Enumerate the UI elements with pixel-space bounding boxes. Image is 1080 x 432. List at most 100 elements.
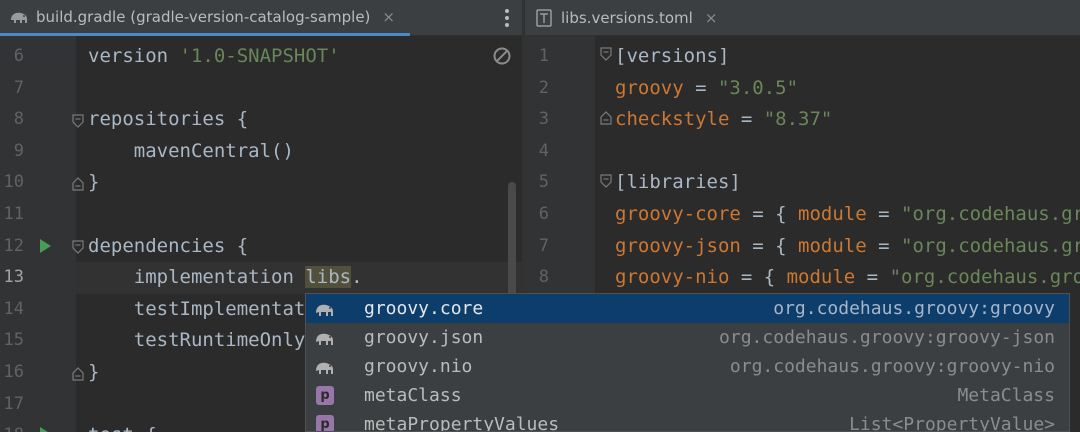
code-text: checkstyle = "8.37": [615, 103, 832, 135]
code-line[interactable]: 4: [525, 135, 1080, 167]
code-token: =: [866, 203, 902, 225]
line-number: 16: [3, 362, 24, 382]
groovy-icon: [316, 333, 333, 345]
line-number: 2: [538, 77, 549, 98]
code-token: libs: [305, 266, 352, 289]
fold-marker-icon[interactable]: [600, 47, 612, 61]
read-only-indicator-icon[interactable]: [492, 46, 512, 66]
code-text: groovy = "3.0.5": [615, 72, 798, 104]
tab-title: libs.versions.toml: [561, 9, 693, 27]
completion-item[interactable]: groovy.core org.codehaus.groovy:groovy: [306, 294, 1069, 323]
completion-item-label: metaClass: [364, 385, 462, 406]
completion-item-label: groovy.core: [364, 298, 484, 319]
line-number: 14: [3, 298, 24, 319]
code-token: "8.37": [763, 108, 833, 131]
code-text: groovy-nio = { module = "org.codehaus.gr…: [615, 261, 1080, 293]
line-number: 8: [13, 109, 24, 130]
code-text: [libraries]: [615, 166, 741, 198]
completion-item-label: groovy.nio: [364, 356, 473, 377]
right-tab-bar: libs.versions.toml ×: [525, 0, 1080, 36]
code-token: }: [88, 361, 100, 383]
vertical-scrollbar[interactable]: [508, 182, 516, 302]
code-token: implementation: [88, 266, 306, 289]
code-token: "org.codehaus.gr: [901, 234, 1080, 257]
code-text: dependencies {: [88, 230, 248, 262]
fold-marker-icon[interactable]: [72, 367, 84, 381]
code-token: = {: [740, 203, 799, 225]
fold-marker-icon[interactable]: [72, 114, 84, 128]
code-token: module: [786, 266, 856, 289]
code-token: =: [683, 76, 718, 99]
code-token: =: [729, 108, 764, 131]
code-token: '1.0-SNAPSHOT': [179, 45, 340, 67]
code-token: dependencies {: [88, 234, 249, 257]
completion-item[interactable]: groovy.json org.codehaus.groovy:groovy-js…: [306, 323, 1069, 352]
completion-item-label: metaPropertyValues: [364, 414, 560, 432]
code-text: implementation libs.: [88, 261, 363, 293]
fold-marker-icon[interactable]: [600, 174, 612, 188]
line-number: 7: [538, 235, 549, 256]
code-text: mavenCentral(): [88, 135, 294, 167]
code-line[interactable]: 7: [0, 72, 522, 104]
close-tab-icon[interactable]: ×: [705, 9, 718, 27]
completion-item[interactable]: p metaPropertyValues List<PropertyValue>: [306, 410, 1069, 432]
run-gutter-icon[interactable]: [38, 238, 52, 254]
completion-item-type: List<PropertyValue>: [849, 414, 1055, 432]
close-tab-icon[interactable]: ×: [382, 8, 395, 26]
code-token: groovy: [615, 76, 684, 99]
code-line[interactable]: 11: [0, 198, 522, 230]
property-icon: p: [316, 415, 334, 431]
line-number: 17: [3, 393, 24, 414]
completion-item-label: groovy.json: [364, 327, 484, 348]
line-number: 6: [13, 46, 24, 66]
line-number: 6: [538, 204, 549, 224]
code-line[interactable]: 13 implementation libs.: [0, 261, 522, 293]
code-text: }: [88, 356, 99, 388]
code-token: version: [88, 45, 180, 67]
line-number: 12: [3, 235, 24, 256]
code-text: testRuntimeOnly: [88, 324, 306, 356]
code-token: mavenCentral(): [88, 139, 294, 162]
groovy-icon: [316, 362, 333, 374]
line-number: 13: [3, 267, 24, 288]
fold-marker-icon[interactable]: [600, 111, 612, 125]
code-line[interactable]: 6 groovy-core = { module = "org.codehaus.…: [525, 198, 1080, 230]
line-number: 18: [0, 419, 24, 432]
run-gutter-icon[interactable]: [38, 426, 52, 432]
code-token: "org.codehaus.gro: [889, 266, 1080, 289]
code-token: [versions]: [615, 45, 730, 67]
code-line[interactable]: 6 version '1.0-SNAPSHOT': [0, 40, 522, 72]
code-token: }: [88, 171, 100, 194]
code-text: version '1.0-SNAPSHOT': [88, 40, 340, 72]
line-number: 1: [538, 46, 549, 66]
line-number: 11: [3, 204, 24, 224]
property-icon: p: [316, 386, 334, 405]
code-line[interactable]: 2 groovy = "3.0.5": [525, 72, 1080, 104]
code-token: groovy-json: [615, 234, 741, 257]
code-token: checkstyle: [615, 108, 730, 131]
tab-build-gradle[interactable]: build.gradle (gradle-version-catalog-sam…: [0, 0, 410, 36]
toml-file-icon: [536, 9, 552, 27]
code-token: testRuntimeOnly: [88, 329, 306, 352]
line-number: 7: [13, 77, 24, 98]
code-token: = {: [740, 234, 799, 257]
tab-libs-versions-toml[interactable]: libs.versions.toml ×: [525, 0, 725, 36]
completion-item[interactable]: groovy.nio org.codehaus.groovy:groovy-nio: [306, 352, 1069, 381]
fold-marker-icon[interactable]: [72, 177, 84, 191]
fold-marker-icon[interactable]: [72, 240, 84, 254]
code-text: groovy-json = { module = "org.codehaus.g…: [615, 230, 1080, 262]
code-token: = {: [729, 266, 787, 289]
completion-item[interactable]: p metaClass MetaClass: [306, 381, 1069, 410]
line-number: 10: [3, 172, 24, 193]
code-line[interactable]: 9 mavenCentral(): [0, 135, 522, 167]
code-token: groovy-core: [615, 203, 741, 225]
line-number: 4: [538, 140, 549, 161]
line-number: 15: [3, 330, 24, 351]
code-completion-popup[interactable]: groovy.core org.codehaus.groovy:groovy gro…: [305, 293, 1070, 432]
more-options-icon[interactable]: [504, 8, 510, 28]
line-number: 8: [538, 267, 549, 288]
code-line[interactable]: 8 groovy-nio = { module = "org.codehaus.g…: [525, 261, 1080, 293]
line-number: 3: [538, 109, 549, 130]
code-line[interactable]: 7 groovy-json = { module = "org.codehaus.…: [525, 230, 1080, 262]
code-token: module: [798, 234, 867, 257]
